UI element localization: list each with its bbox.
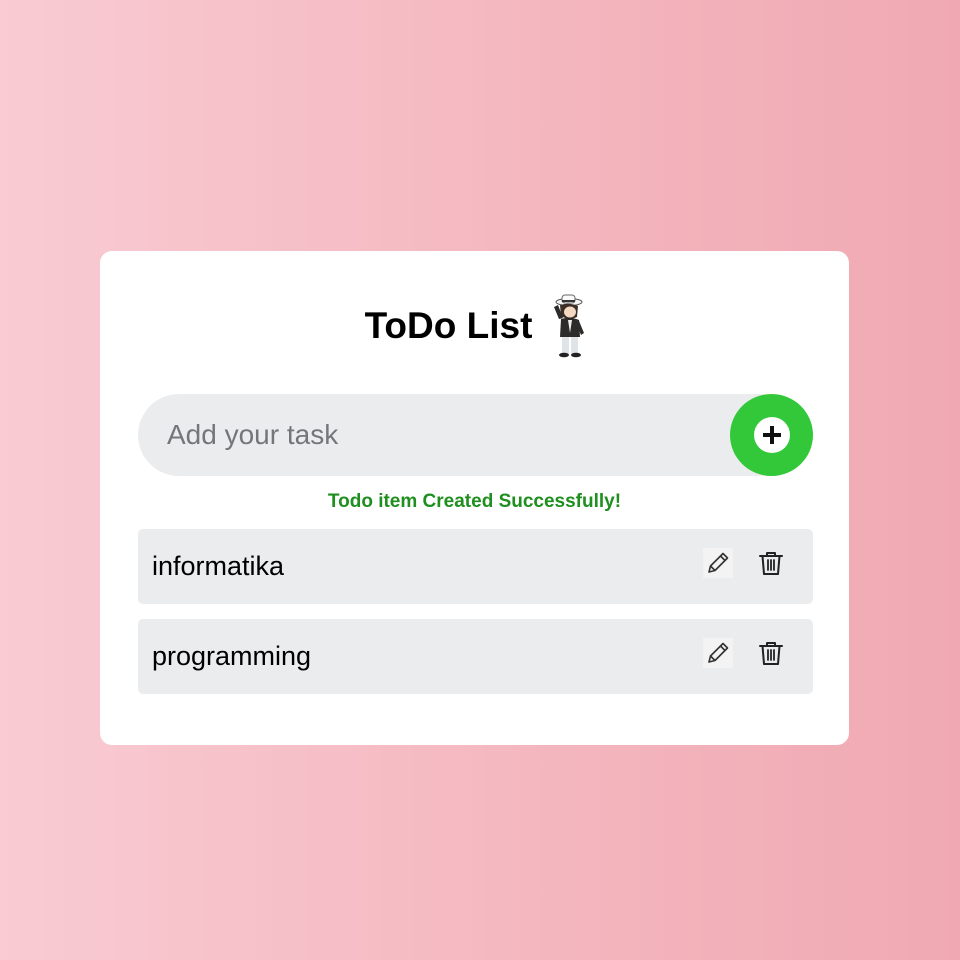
page-title: ToDo List: [364, 305, 533, 346]
edit-button[interactable]: [703, 638, 733, 668]
pencil-icon: [708, 552, 729, 573]
trash-icon: [759, 552, 783, 575]
todo-item: informatika: [138, 529, 813, 604]
delete-button[interactable]: [756, 638, 786, 668]
plus-icon: [753, 417, 790, 453]
todo-item: programming: [138, 619, 813, 694]
add-task-button[interactable]: [730, 394, 813, 476]
task-input-row: [138, 394, 813, 476]
mascot-character-icon: [554, 294, 585, 358]
todo-card: ToDo List Add your task Todo item Create…: [100, 251, 849, 745]
trash-icon: [759, 642, 783, 665]
todo-text: informatika: [152, 551, 285, 581]
title-row: ToDo List: [100, 293, 849, 359]
todo-list: informatika programming: [138, 529, 813, 709]
todo-text: programming: [152, 641, 312, 671]
task-input[interactable]: [138, 394, 798, 476]
pencil-icon: [708, 642, 729, 663]
edit-button[interactable]: [703, 548, 733, 578]
status-message: Todo item Created Successfully!: [327, 491, 622, 512]
delete-button[interactable]: [756, 548, 786, 578]
